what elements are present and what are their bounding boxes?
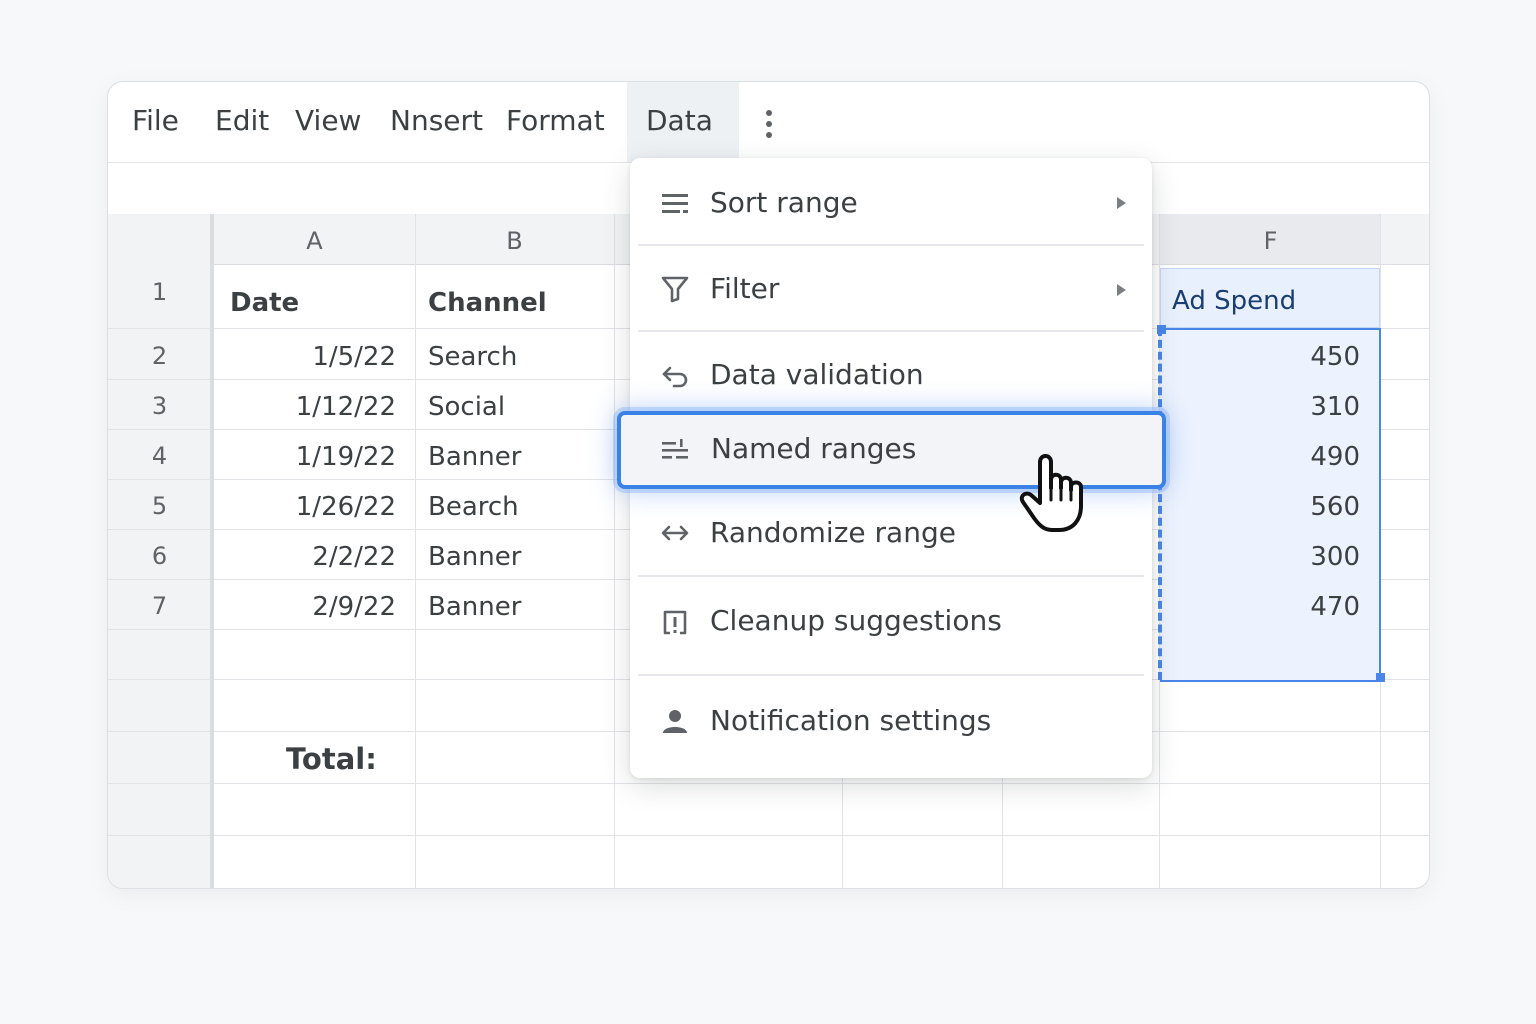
kebab-vertical-icon[interactable] — [762, 110, 776, 144]
cell-f3[interactable]: 310 — [1160, 392, 1360, 422]
row-number-6[interactable]: 6 — [108, 542, 211, 570]
menu-item-cleanup-suggestions[interactable]: Cleanup suggestions — [630, 578, 1152, 664]
menu-label-notification-settings: Notification settings — [710, 704, 992, 737]
selection-handle-top[interactable] — [1157, 325, 1166, 334]
menu-item-notification-settings[interactable]: Notification settings — [630, 678, 1152, 764]
selection-handle-bottom[interactable] — [1376, 673, 1385, 682]
cell-a4[interactable]: 1/19/22 — [214, 442, 396, 472]
menu-edit[interactable]: Edit — [215, 104, 269, 137]
named-ranges-highlight-label[interactable]: Named ranges — [711, 432, 916, 465]
filter-icon — [661, 276, 689, 303]
cell-f1-text[interactable]: Ad Spend — [1172, 286, 1296, 316]
submenu-arrow-icon — [1117, 197, 1126, 209]
cell-a6[interactable]: 2/2/22 — [214, 542, 396, 572]
hand-pointer-cursor-icon — [1019, 454, 1083, 532]
menu-file[interactable]: File — [132, 104, 179, 137]
column-header-a[interactable]: A — [214, 214, 415, 264]
person-icon — [663, 710, 687, 733]
cleanup-icon — [663, 610, 687, 635]
row-number-3[interactable]: 3 — [108, 392, 211, 420]
cell-f6[interactable]: 300 — [1160, 542, 1360, 572]
cell-b7[interactable]: Banner — [428, 592, 521, 622]
menu-label-sort-range: Sort range — [710, 186, 858, 219]
menu-label-data-validation: Data validation — [710, 358, 924, 391]
validation-icon — [662, 366, 688, 388]
menu-label-cleanup-suggestions: Cleanup suggestions — [710, 604, 1002, 637]
cell-a3[interactable]: 1/12/22 — [214, 392, 396, 422]
cell-a2[interactable]: 1/5/22 — [214, 342, 396, 372]
menu-format[interactable]: Format — [506, 104, 605, 137]
menu-separator — [638, 674, 1144, 676]
cell-f4[interactable]: 490 — [1160, 442, 1360, 472]
total-label[interactable]: Total: — [286, 742, 377, 776]
menu-separator — [638, 575, 1144, 577]
cell-b4[interactable]: Banner — [428, 442, 521, 472]
cell-b2[interactable]: Search — [428, 342, 517, 372]
menu-view[interactable]: View — [295, 104, 361, 137]
row-number-7[interactable]: 7 — [108, 592, 211, 620]
row-number-4[interactable]: 4 — [108, 442, 211, 470]
cell-b3[interactable]: Social — [428, 392, 505, 422]
menu-bar: File Edit View Nnsert Format Data — [108, 82, 1429, 163]
submenu-arrow-icon — [1117, 284, 1126, 296]
cell-b1[interactable]: Channel — [428, 288, 547, 318]
cell-f2[interactable]: 450 — [1160, 342, 1360, 372]
menu-label-randomize-range: Randomize range — [710, 516, 956, 549]
cell-f5[interactable]: 560 — [1160, 492, 1360, 522]
sort-icon — [662, 194, 688, 213]
cell-a5[interactable]: 1/26/22 — [214, 492, 396, 522]
menu-insert[interactable]: Nnsert — [390, 104, 483, 137]
cell-a1[interactable]: Date — [230, 288, 299, 318]
menu-item-sort-range[interactable]: Sort range — [630, 158, 1152, 244]
randomize-icon — [661, 525, 689, 541]
column-header-f[interactable]: F — [1160, 214, 1381, 264]
cell-b5[interactable]: Bearch — [428, 492, 519, 522]
cell-f7[interactable]: 470 — [1160, 592, 1360, 622]
cell-a7[interactable]: 2/9/22 — [214, 592, 396, 622]
column-header-b[interactable]: B — [415, 214, 614, 264]
row-number-5[interactable]: 5 — [108, 492, 211, 520]
menu-label-filter: Filter — [710, 272, 780, 305]
cell-b6[interactable]: Banner — [428, 542, 521, 572]
menu-item-filter[interactable]: Filter — [630, 246, 1152, 332]
named-ranges-highlight-icon — [660, 436, 690, 470]
menu-data[interactable]: Data — [646, 104, 713, 137]
row-number-1[interactable]: 1 — [108, 278, 211, 306]
row-number-2[interactable]: 2 — [108, 342, 211, 370]
menu-item-data-validation[interactable]: Data validation — [630, 332, 1152, 418]
